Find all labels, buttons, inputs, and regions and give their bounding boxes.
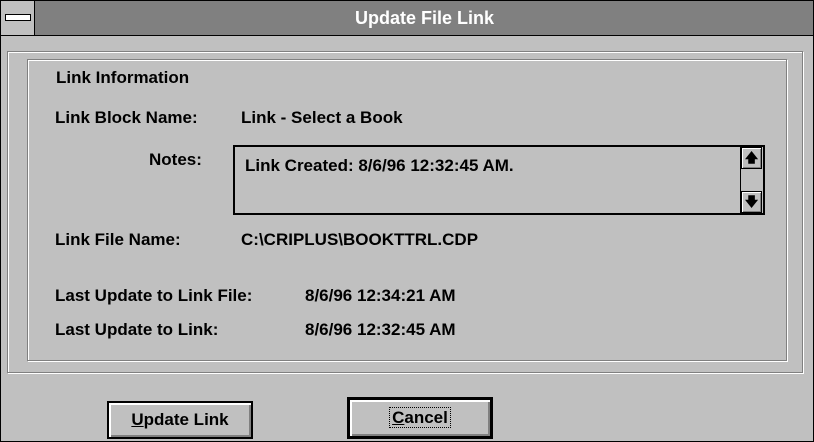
scroll-up-button[interactable]: 🡅 (741, 147, 762, 169)
cancel-focus-rect: Cancel (389, 407, 451, 428)
update-link-label: pdate Link (143, 410, 229, 429)
system-menu-icon (5, 14, 31, 21)
system-menu-button[interactable] (1, 1, 35, 35)
scroll-down-button[interactable]: 🡇 (741, 191, 762, 213)
up-arrow-icon: 🡅 (744, 150, 759, 165)
notes-textarea[interactable]: Link Created: 8/6/96 12:32:45 AM. 🡅 🡇 (233, 145, 765, 215)
cancel-label: ancel (404, 408, 448, 427)
title-bar[interactable]: Update File Link (1, 1, 813, 36)
update-link-button[interactable]: Update Link (107, 401, 253, 439)
dialog-title: Update File Link (354, 8, 495, 28)
last-update-file-label: Last Update to Link File: (55, 286, 253, 305)
link-file-name-label: Link File Name: (55, 230, 181, 249)
update-file-link-dialog: Update File Link Link Information Link B… (0, 0, 814, 442)
notes-text: Link Created: 8/6/96 12:32:45 AM. (245, 156, 514, 175)
link-block-name-label: Link Block Name: (55, 108, 198, 127)
update-link-mnemonic: U (131, 410, 144, 429)
last-update-file-value: 8/6/96 12:34:21 AM (305, 286, 456, 305)
notes-label: Notes: (149, 150, 202, 169)
group-label: Link Information (53, 67, 193, 89)
link-block-name-value: Link - Select a Book (241, 108, 403, 127)
link-file-name-value: C:\CRIPLUS\BOOKTTRL.CDP (241, 230, 479, 249)
cancel-button[interactable]: Cancel (347, 397, 493, 439)
last-update-link-value: 8/6/96 12:32:45 AM (305, 320, 456, 339)
notes-scrollbar[interactable]: 🡅 🡇 (740, 147, 763, 213)
last-update-link-label: Last Update to Link: (55, 320, 219, 339)
cancel-mnemonic: C (392, 408, 405, 427)
down-arrow-icon: 🡇 (744, 194, 759, 209)
